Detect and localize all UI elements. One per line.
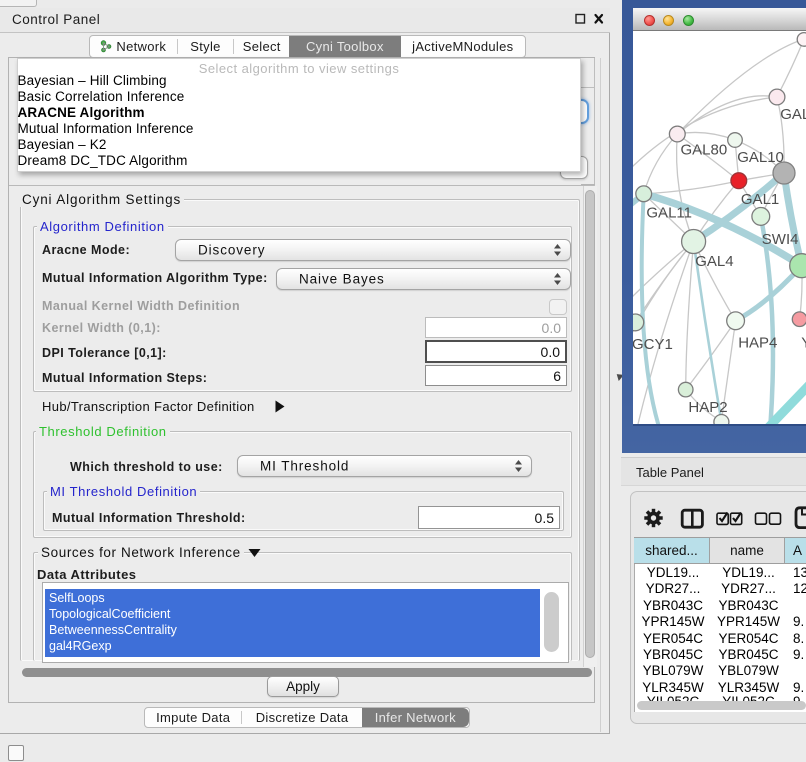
svg-text:GAL11: GAL11 xyxy=(646,205,692,222)
svg-text:GAL80: GAL80 xyxy=(681,142,728,159)
svg-text:HAP4: HAP4 xyxy=(738,334,777,351)
svg-text:SWI4: SWI4 xyxy=(762,231,799,248)
svg-text:GAL4: GAL4 xyxy=(695,253,733,270)
svg-text:GAL2: GAL2 xyxy=(780,106,806,123)
svg-text:Y: Y xyxy=(801,334,806,351)
svg-text:GAL1: GAL1 xyxy=(741,191,779,208)
svg-text:GAL10: GAL10 xyxy=(737,149,784,166)
svg-text:HAP2: HAP2 xyxy=(688,399,727,416)
svg-text:GCY1: GCY1 xyxy=(633,336,673,353)
